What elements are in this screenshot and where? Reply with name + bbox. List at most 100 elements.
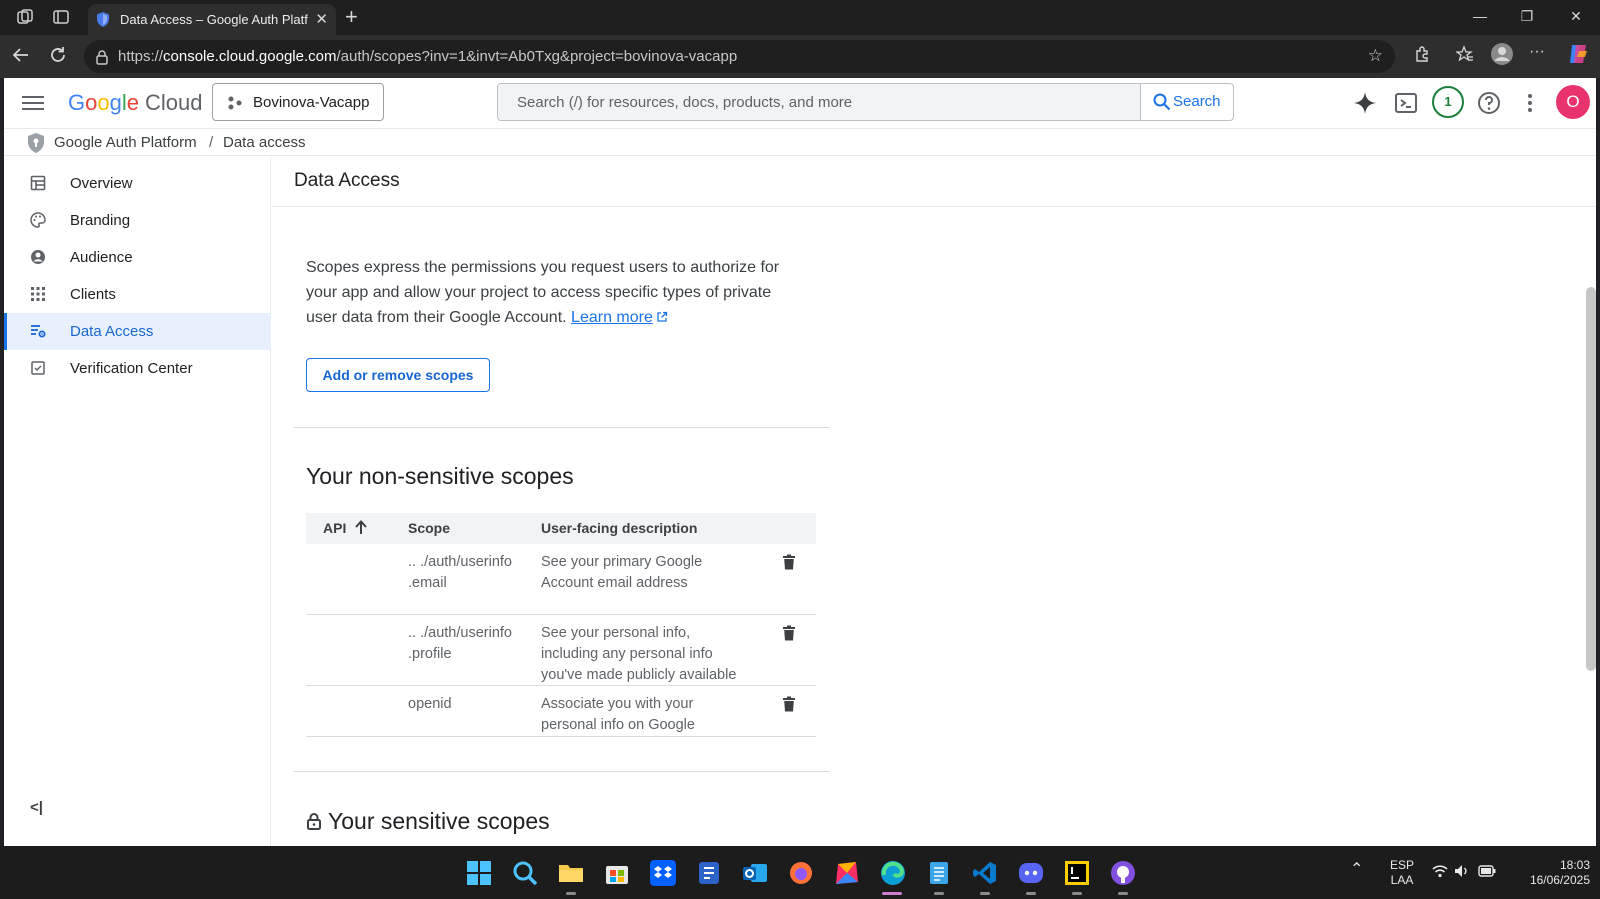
discord-icon[interactable] — [1018, 860, 1044, 886]
sensitive-scopes-heading: Your sensitive scopes — [306, 808, 550, 835]
app-active-indicator — [882, 892, 902, 895]
breadcrumb: Google Auth Platform / Data access — [4, 128, 1596, 156]
non-sensitive-scopes-heading: Your non-sensitive scopes — [306, 463, 574, 489]
dropbox-icon[interactable] — [650, 860, 676, 886]
favorite-star-icon[interactable]: ☆ — [1368, 46, 1383, 66]
search-button[interactable]: Search — [1140, 84, 1233, 120]
description-cell: See your primary Google Account email ad… — [541, 554, 703, 591]
table-header: API Scope User-facing description — [306, 513, 816, 544]
project-icon — [228, 96, 242, 110]
sidebar-item-data-access[interactable]: Data Access — [4, 313, 271, 350]
app-running-indicator — [934, 892, 944, 895]
jetbrains-ide-icon[interactable] — [1064, 860, 1090, 886]
cloud-shell-icon[interactable] — [1393, 90, 1419, 116]
app-running-indicator — [980, 892, 990, 895]
tray-overflow-icon[interactable]: ⌃ — [1350, 862, 1363, 878]
firefox-icon[interactable] — [788, 860, 814, 886]
wifi-icon[interactable] — [1432, 864, 1448, 878]
breadcrumb-current: Data access — [223, 134, 306, 151]
collapse-sidebar-icon[interactable]: <| — [30, 799, 43, 816]
input-language-indicator[interactable]: ESP LAA — [1386, 858, 1418, 888]
sidebar-item-verification-center[interactable]: Verification Center — [4, 350, 271, 387]
windows-start-icon[interactable] — [466, 860, 492, 886]
account-circle-icon — [31, 250, 45, 264]
back-icon[interactable] — [10, 45, 32, 67]
gemini-sparkle-icon[interactable] — [1352, 90, 1378, 116]
breadcrumb-root[interactable]: Google Auth Platform — [54, 134, 197, 151]
scopes-description: Scopes express the permissions you reque… — [306, 259, 780, 326]
workspaces-icon[interactable] — [15, 8, 35, 28]
browser-tab-active[interactable]: Data Access – Google Auth Platfo ✕ — [88, 4, 336, 35]
profile-icon[interactable] — [1490, 42, 1513, 71]
project-picker-button[interactable]: Bovinova-Vacapp — [212, 83, 384, 121]
more-menu-icon[interactable]: ··· — [1526, 43, 1548, 61]
windows-taskbar: ⌃ ESP LAA 18:03 16/06/2025 — [0, 846, 1600, 899]
scope-cell: .. ./auth/userinfo .email — [408, 554, 512, 591]
taskbar-search-icon[interactable] — [512, 860, 538, 886]
section-divider — [294, 427, 830, 428]
page-title: Data Access — [294, 170, 400, 191]
sidebar-item-label: Data Access — [70, 323, 154, 340]
page-scrollbar[interactable] — [1586, 287, 1596, 671]
favorites-icon[interactable] — [1454, 45, 1476, 68]
address-bar[interactable]: https://console.cloud.google.com/auth/sc… — [84, 40, 1395, 73]
breadcrumb-separator: / — [209, 134, 214, 151]
learn-more-link[interactable]: Learn more — [571, 309, 653, 326]
add-remove-scopes-button[interactable]: Add or remove scopes — [306, 358, 490, 392]
delete-trash-icon[interactable] — [782, 554, 796, 570]
search-bar: Search — [497, 83, 1234, 121]
sidebar-item-audience[interactable]: Audience — [4, 239, 271, 276]
url-text: https://console.cloud.google.com/auth/sc… — [118, 48, 738, 65]
restore-icon[interactable]: ❐ — [1512, 8, 1542, 25]
sidebar: Overview Branding Audience Clients Data … — [4, 157, 271, 846]
page-viewport: GoogleCloud Bovinova-Vacapp Search 1 O G… — [4, 78, 1596, 846]
volume-icon[interactable] — [1454, 863, 1470, 879]
delete-trash-icon[interactable] — [782, 625, 796, 641]
browser-titlebar: Data Access – Google Auth Platfo ✕ + — ❐… — [0, 0, 1600, 35]
main-menu-icon[interactable] — [22, 92, 44, 112]
site-info-icon[interactable] — [94, 49, 110, 65]
figma-affinity-app-icon[interactable] — [834, 860, 860, 886]
minimize-icon[interactable]: — — [1465, 8, 1495, 24]
notifications-badge[interactable]: 1 — [1432, 86, 1464, 118]
extensions-icon[interactable] — [1411, 45, 1433, 68]
project-name: Bovinova-Vacapp — [253, 94, 370, 111]
vscode-icon[interactable] — [972, 860, 998, 886]
sidebar-item-overview[interactable]: Overview — [4, 165, 271, 202]
grid-icon — [31, 287, 45, 301]
microsoft-store-icon[interactable] — [604, 860, 630, 886]
dashboard-icon — [30, 175, 46, 191]
sidebar-item-branding[interactable]: Branding — [4, 202, 271, 239]
search-input[interactable] — [498, 84, 1138, 120]
sort-ascending-icon[interactable] — [354, 519, 368, 535]
avatar[interactable]: O — [1556, 85, 1590, 119]
delete-trash-icon[interactable] — [782, 696, 796, 712]
page-title-bar: Data Access — [272, 157, 1596, 207]
outlook-icon[interactable] — [742, 860, 768, 886]
window-close-icon[interactable]: ✕ — [1561, 8, 1591, 25]
visual-studio-blue-app-icon[interactable] — [696, 860, 722, 886]
clock[interactable]: 18:03 16/06/2025 — [1510, 858, 1590, 888]
copilot-icon[interactable] — [1566, 42, 1588, 71]
file-explorer-icon[interactable] — [558, 860, 584, 886]
cloud-header: GoogleCloud Bovinova-Vacapp Search 1 O — [4, 78, 1596, 128]
github-desktop-icon[interactable] — [1110, 860, 1136, 886]
app-running-indicator — [1118, 892, 1128, 895]
column-header-api[interactable]: API — [323, 520, 346, 536]
edge-browser-icon[interactable] — [880, 860, 906, 886]
battery-icon[interactable] — [1478, 864, 1496, 878]
notepad-icon[interactable] — [926, 860, 952, 886]
verified-checkbox-icon — [31, 361, 45, 375]
sidebar-item-clients[interactable]: Clients — [4, 276, 271, 313]
reload-icon[interactable] — [47, 45, 69, 67]
vertical-tabs-icon[interactable] — [51, 8, 71, 28]
table-row: .. ./auth/userinfo .email See your prima… — [306, 544, 816, 615]
settings-more-icon[interactable] — [1517, 90, 1543, 116]
column-header-description: User-facing description — [541, 520, 698, 536]
tab-close-icon[interactable]: ✕ — [315, 10, 328, 28]
new-tab-icon[interactable]: + — [345, 4, 358, 30]
section-divider — [294, 771, 830, 772]
table-row: openid Associate you with your personal … — [306, 686, 816, 737]
help-icon[interactable] — [1476, 90, 1502, 116]
google-cloud-logo[interactable]: Google Cloud — [68, 90, 203, 116]
